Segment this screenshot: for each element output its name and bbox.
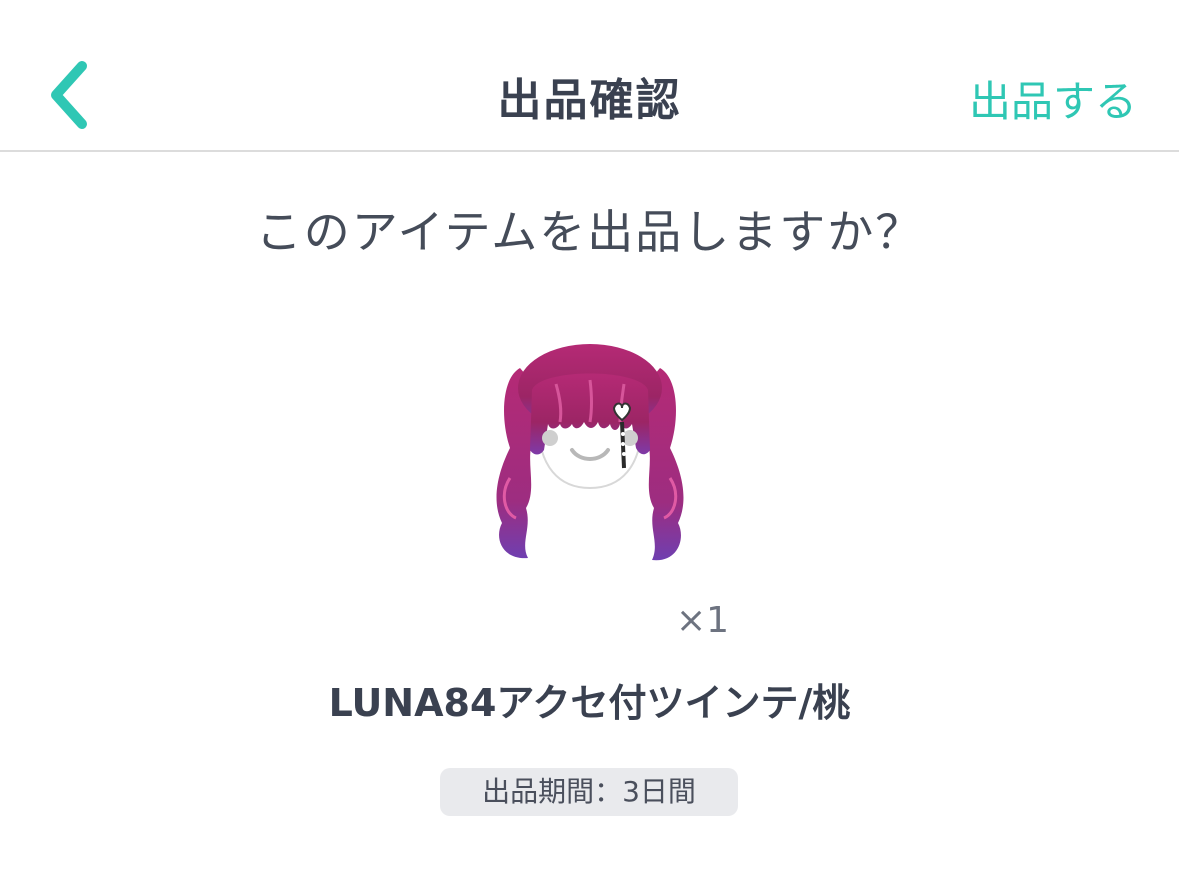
submit-listing-button[interactable]: 出品する (969, 68, 1137, 129)
item-name: LUNA84アクセ付ツインテ/桃 (328, 681, 851, 725)
confirm-question: このアイテムを出品しますか？ (255, 205, 924, 259)
twin-tail-hair-icon (496, 344, 684, 561)
listing-confirm-screen: 出品確認 出品する このアイテムを出品しますか？ ×1 LUNA84アクセ付ツイ… (0, 0, 1179, 876)
item-quantity: ×1 (676, 600, 730, 641)
listing-period-badge: 出品期間：3日間 (440, 768, 738, 816)
header-bar: 出品確認 出品する (0, 0, 1179, 152)
item-image (480, 338, 700, 578)
